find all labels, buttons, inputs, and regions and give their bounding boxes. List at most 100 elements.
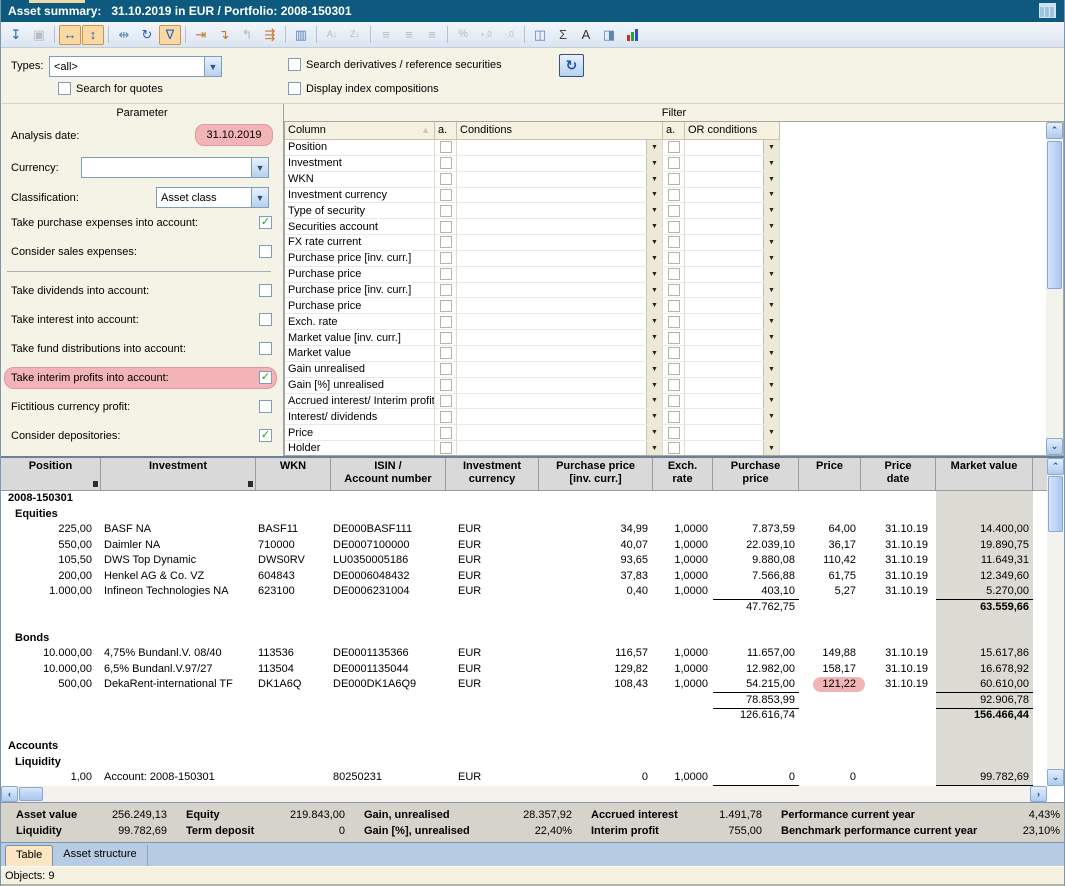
filter-col-header-column[interactable]: Column▲ xyxy=(285,122,435,140)
column-width-icon[interactable]: ⇹ xyxy=(113,25,135,45)
filter-condition-cell[interactable]: ▼ xyxy=(457,267,663,283)
filter-and-checkbox[interactable] xyxy=(440,395,452,407)
chevron-down-icon[interactable]: ▼ xyxy=(646,283,662,298)
chevron-down-icon[interactable]: ▼ xyxy=(646,378,662,393)
column-header-market[interactable]: Market value xyxy=(936,458,1033,491)
filter-condition-cell[interactable]: ▼ xyxy=(457,409,663,425)
chevron-down-icon[interactable]: ▼ xyxy=(763,425,779,440)
parameter-checkbox[interactable]: ✓ xyxy=(259,371,272,384)
filter-or-checkbox[interactable] xyxy=(668,427,680,439)
chevron-down-icon[interactable]: ▼ xyxy=(646,188,662,203)
table-view-icon[interactable] xyxy=(1039,3,1056,18)
export-icon[interactable]: ↧ xyxy=(5,25,27,45)
filter-or-checkbox[interactable] xyxy=(668,173,680,185)
filter-or-condition-cell[interactable]: ▼ xyxy=(685,330,780,346)
tab-asset-structure[interactable]: Asset structure xyxy=(53,845,147,866)
filter-and-checkbox[interactable] xyxy=(440,427,452,439)
filter-condition-cell[interactable]: ▼ xyxy=(457,314,663,330)
chevron-down-icon[interactable]: ▼ xyxy=(646,219,662,234)
chevron-down-icon[interactable]: ▼ xyxy=(763,283,779,298)
search-derivatives-checkbox[interactable] xyxy=(288,58,301,71)
table-row[interactable]: 500,00DekaRent-international TFDK1A6QDE0… xyxy=(1,677,1047,693)
scroll-up-icon[interactable]: ⌃ xyxy=(1046,122,1063,139)
filter-condition-cell[interactable]: ▼ xyxy=(457,283,663,299)
chevron-down-icon[interactable]: ▼ xyxy=(763,362,779,377)
classification-dropdown[interactable]: Asset class ▼ xyxy=(156,187,269,208)
filter-and-checkbox[interactable] xyxy=(440,363,452,375)
parameter-checkbox[interactable] xyxy=(259,400,272,413)
filter-condition-cell[interactable]: ▼ xyxy=(457,346,663,362)
column-header-purchase[interactable]: Purchase price xyxy=(713,458,799,491)
table-properties-icon[interactable]: ◨ xyxy=(598,25,620,45)
filter-or-checkbox[interactable] xyxy=(668,395,680,407)
chevron-down-icon[interactable]: ▼ xyxy=(646,156,662,171)
filter-condition-cell[interactable]: ▼ xyxy=(457,140,663,156)
scroll-up-icon[interactable]: ⌃ xyxy=(1047,458,1064,475)
filter-and-checkbox[interactable] xyxy=(440,173,452,185)
filter-or-checkbox[interactable] xyxy=(668,189,680,201)
filter-or-checkbox[interactable] xyxy=(668,363,680,375)
chevron-down-icon[interactable]: ▼ xyxy=(763,394,779,409)
chevron-down-icon[interactable]: ▼ xyxy=(204,57,221,76)
column-header-exch.[interactable]: Exch. rate xyxy=(653,458,713,491)
filter-or-checkbox[interactable] xyxy=(668,442,680,454)
filter-and-checkbox[interactable] xyxy=(440,316,452,328)
filter-and-checkbox[interactable] xyxy=(440,332,452,344)
filter-or-condition-cell[interactable]: ▼ xyxy=(685,346,780,362)
table-row[interactable]: 200,00Henkel AG & Co. VZ604843DE00060484… xyxy=(1,569,1047,585)
filter-col-header-a1[interactable]: a. xyxy=(435,122,457,140)
chevron-down-icon[interactable]: ▼ xyxy=(646,409,662,424)
filter-or-checkbox[interactable] xyxy=(668,252,680,264)
chevron-down-icon[interactable]: ▼ xyxy=(763,346,779,361)
filter-or-condition-cell[interactable]: ▼ xyxy=(685,314,780,330)
column-header-price[interactable]: Price date xyxy=(861,458,936,491)
filter-condition-cell[interactable]: ▼ xyxy=(457,219,663,235)
column-header-purchase[interactable]: Purchase price [inv. curr.] xyxy=(539,458,653,491)
filter-or-checkbox[interactable] xyxy=(668,205,680,217)
table-horizontal-scrollbar[interactable]: ‹ › xyxy=(1,786,1047,802)
chevron-down-icon[interactable]: ▼ xyxy=(763,140,779,155)
chevron-down-icon[interactable]: ▼ xyxy=(763,267,779,282)
fit-columns-icon[interactable]: ↔ xyxy=(59,25,81,45)
filter-condition-cell[interactable]: ▼ xyxy=(457,394,663,410)
chevron-down-icon[interactable]: ▼ xyxy=(646,298,662,313)
scroll-down-icon[interactable]: ⌄ xyxy=(1046,438,1063,455)
filter-condition-cell[interactable]: ▼ xyxy=(457,188,663,204)
filter-and-checkbox[interactable] xyxy=(440,411,452,423)
analysis-date-field[interactable]: 31.10.2019 xyxy=(195,124,273,146)
filter-or-condition-cell[interactable]: ▼ xyxy=(685,219,780,235)
chevron-down-icon[interactable]: ▼ xyxy=(646,330,662,345)
filter-or-condition-cell[interactable]: ▼ xyxy=(685,156,780,172)
column-settings-icon[interactable]: ⇶ xyxy=(259,25,281,45)
filter-or-condition-cell[interactable]: ▼ xyxy=(685,188,780,204)
filter-or-condition-cell[interactable]: ▼ xyxy=(685,394,780,410)
column-header-position[interactable]: Position xyxy=(1,458,101,491)
chevron-down-icon[interactable]: ▼ xyxy=(646,267,662,282)
filter-scrollbar-thumb[interactable] xyxy=(1047,141,1062,289)
chevron-down-icon[interactable]: ▼ xyxy=(763,314,779,329)
filter-and-checkbox[interactable] xyxy=(440,300,452,312)
currency-dropdown[interactable]: ▼ xyxy=(81,157,269,178)
filter-condition-cell[interactable]: ▼ xyxy=(457,362,663,378)
filter-condition-cell[interactable]: ▼ xyxy=(457,298,663,314)
table-row[interactable]: 225,00BASF NABASF11DE000BASF111EUR34,991… xyxy=(1,522,1047,538)
filter-and-checkbox[interactable] xyxy=(440,379,452,391)
filter-condition-cell[interactable]: ▼ xyxy=(457,203,663,219)
chevron-down-icon[interactable]: ▼ xyxy=(646,314,662,329)
filter-or-condition-cell[interactable]: ▼ xyxy=(685,441,780,455)
chevron-down-icon[interactable]: ▼ xyxy=(646,362,662,377)
search-quotes-checkbox[interactable] xyxy=(58,82,71,95)
sum-icon[interactable]: Σ xyxy=(552,25,574,45)
group-columns-icon[interactable]: ◫ xyxy=(529,25,551,45)
column-header-wkn[interactable]: WKN xyxy=(256,458,331,491)
filter-or-condition-cell[interactable]: ▼ xyxy=(685,298,780,314)
filter-condition-cell[interactable]: ▼ xyxy=(457,156,663,172)
filter-or-condition-cell[interactable]: ▼ xyxy=(685,267,780,283)
chevron-down-icon[interactable]: ▼ xyxy=(646,235,662,250)
filter-and-checkbox[interactable] xyxy=(440,141,452,153)
chevron-down-icon[interactable]: ▼ xyxy=(646,425,662,440)
filter-or-checkbox[interactable] xyxy=(668,347,680,359)
types-dropdown[interactable]: <all> ▼ xyxy=(49,56,222,77)
scroll-down-icon[interactable]: ⌄ xyxy=(1047,769,1064,786)
chevron-down-icon[interactable]: ▼ xyxy=(646,172,662,187)
